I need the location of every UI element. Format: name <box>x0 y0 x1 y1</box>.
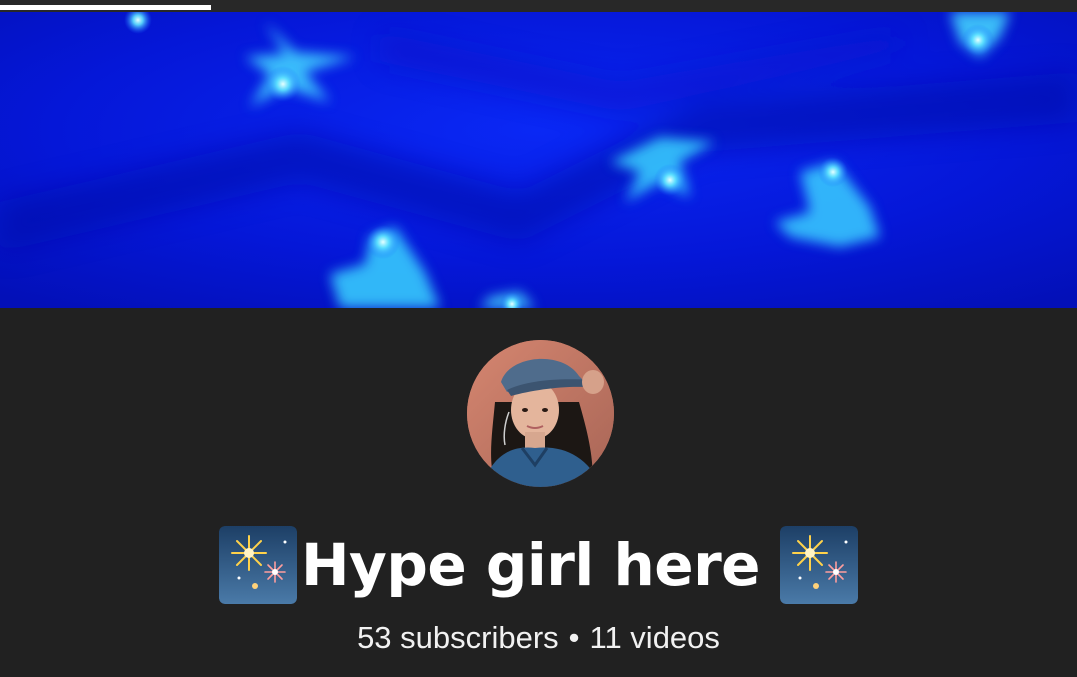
channel-name: Hype girl here <box>300 531 761 599</box>
avatar-image <box>467 340 614 487</box>
progress-fill <box>0 5 212 10</box>
fireworks-icon <box>218 526 297 604</box>
channel-avatar[interactable] <box>467 340 614 487</box>
channel-banner[interactable] <box>0 12 1077 308</box>
subscriber-count: 53 subscribers <box>357 620 559 655</box>
fireworks-icon <box>780 526 859 604</box>
channel-page: Hype girl here 53 subscribers • 11 video… <box>0 0 1077 677</box>
video-count: 11 videos <box>589 620 720 655</box>
banner-image <box>0 12 1077 308</box>
channel-title-row: Hype girl here <box>0 524 1077 606</box>
channel-stats: 53 subscribers • 11 videos <box>0 618 1077 658</box>
stats-separator: • <box>568 620 580 655</box>
progress-track <box>0 0 1077 12</box>
